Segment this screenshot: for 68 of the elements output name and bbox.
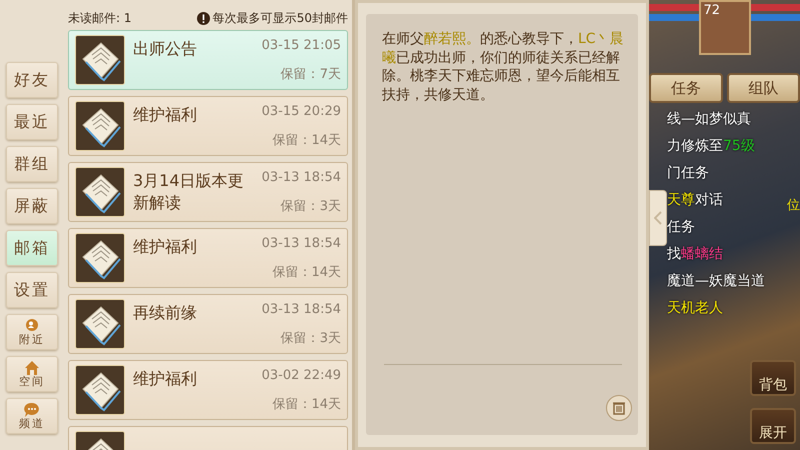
character-level: 72 (704, 3, 720, 18)
sidebar-tab[interactable]: 空间 (6, 356, 58, 392)
chevron-left-icon (654, 211, 662, 225)
mail-retention: 保留：3天 (280, 330, 341, 347)
mail-title: 维护福利 (133, 105, 197, 124)
quest-line[interactable]: 找蟠螭结 (667, 241, 723, 268)
mana-bar (750, 14, 800, 21)
letter-icon (75, 167, 125, 217)
quest-line[interactable]: 魔道—妖魔当道 (667, 268, 765, 295)
quest-line[interactable]: 天尊对话 (667, 187, 723, 214)
letter-icon (75, 299, 125, 349)
trash-icon (612, 401, 626, 415)
mail-title: 再续前缘 (133, 303, 197, 322)
quest-line[interactable]: 门任务 (667, 160, 709, 187)
message-body: 在师父醉若熙。的悉心教导下，LC丶晨曦已成功出师，你们的师徒关系已经解除。桃李天下难忘师恩，望今后能相互扶持，共修天道。 (382, 30, 624, 104)
letter-icon (75, 365, 125, 415)
mail-title: 3月14日版本更新解读 (133, 171, 244, 212)
sidebar-tab[interactable]: 频道 (6, 398, 58, 434)
mail-time: 03-02 22:49 (262, 368, 341, 383)
chat-bubble-icon (24, 402, 40, 418)
quest-line[interactable]: 线—如梦似真 (667, 106, 751, 133)
letter-icon (75, 233, 125, 283)
character-portrait[interactable]: 72 (698, 0, 750, 55)
mail-item[interactable]: 维护福利 03-15 20:29 保留：14天 (68, 96, 348, 156)
sidebar-tab[interactable]: 好友 (6, 62, 58, 98)
sidebar-tab[interactable]: 屏蔽 (6, 188, 58, 224)
mail-time: 03-13 18:54 (262, 302, 341, 317)
unread-count: 未读邮件: 1 (68, 10, 132, 26)
health-bar (649, 4, 698, 11)
mail-title: 维护福利 (133, 369, 197, 388)
sidebar-tab[interactable]: 附近 (6, 314, 58, 350)
mail-item[interactable]: 维护福利 03-02 22:49 保留：14天 (68, 360, 348, 420)
quest-line[interactable]: 力修炼至75级 (667, 133, 755, 160)
sidebar-tab[interactable]: 设置 (6, 272, 58, 308)
quest-line[interactable]: 天机老人 (667, 295, 723, 322)
mail-time: 03-15 20:29 (262, 104, 341, 119)
mail-limit-notice: 每次最多可显示50封邮件 (212, 10, 348, 26)
letter-icon (75, 35, 125, 85)
mail-time: 03-13 18:54 (262, 236, 341, 251)
sidebar-tab[interactable]: 邮箱 (6, 230, 58, 266)
mail-title: 维护福利 (133, 237, 197, 256)
mail-time: 03-15 21:05 (262, 38, 341, 53)
mail-retention: 保留：14天 (272, 264, 341, 281)
scene-label: 位 (787, 197, 800, 214)
mail-retention: 保留：7天 (280, 66, 341, 83)
bag-button[interactable]: 背包 (750, 360, 796, 396)
mail-title: 出师公告 (133, 39, 197, 58)
mail-retention: 保留：3天 (280, 198, 341, 215)
mana-bar (649, 14, 698, 21)
mail-item[interactable]: 维护福利 03-13 18:54 保留：14天 (68, 228, 348, 288)
house-icon (24, 360, 40, 376)
mail-retention: 保留：14天 (272, 396, 341, 413)
mail-retention: 保留：14天 (272, 132, 341, 149)
delete-button[interactable] (606, 395, 632, 421)
sidebar-tab[interactable]: 最近 (6, 104, 58, 140)
mail-item[interactable]: 3月14日版本更新解读 03-13 18:54 保留：3天 (68, 162, 348, 222)
mail-item[interactable]: 出师公告 03-15 21:05 保留：7天 (68, 30, 348, 90)
game-menu-button[interactable]: 组队 (726, 73, 800, 103)
mail-time: 03-13 18:54 (262, 170, 341, 185)
quest-line[interactable]: 任务 (667, 214, 695, 241)
health-bar (750, 4, 800, 11)
letter-icon (75, 101, 125, 151)
sidebar-tab[interactable]: 群组 (6, 146, 58, 182)
game-menu-button[interactable]: 任务 (649, 73, 722, 103)
exclamation-icon (196, 12, 210, 24)
mail-item[interactable]: 再续前缘 03-13 18:54 保留：3天 (68, 294, 348, 354)
person-pin-icon (24, 318, 40, 334)
expand-button[interactable]: 展开 (750, 408, 796, 444)
